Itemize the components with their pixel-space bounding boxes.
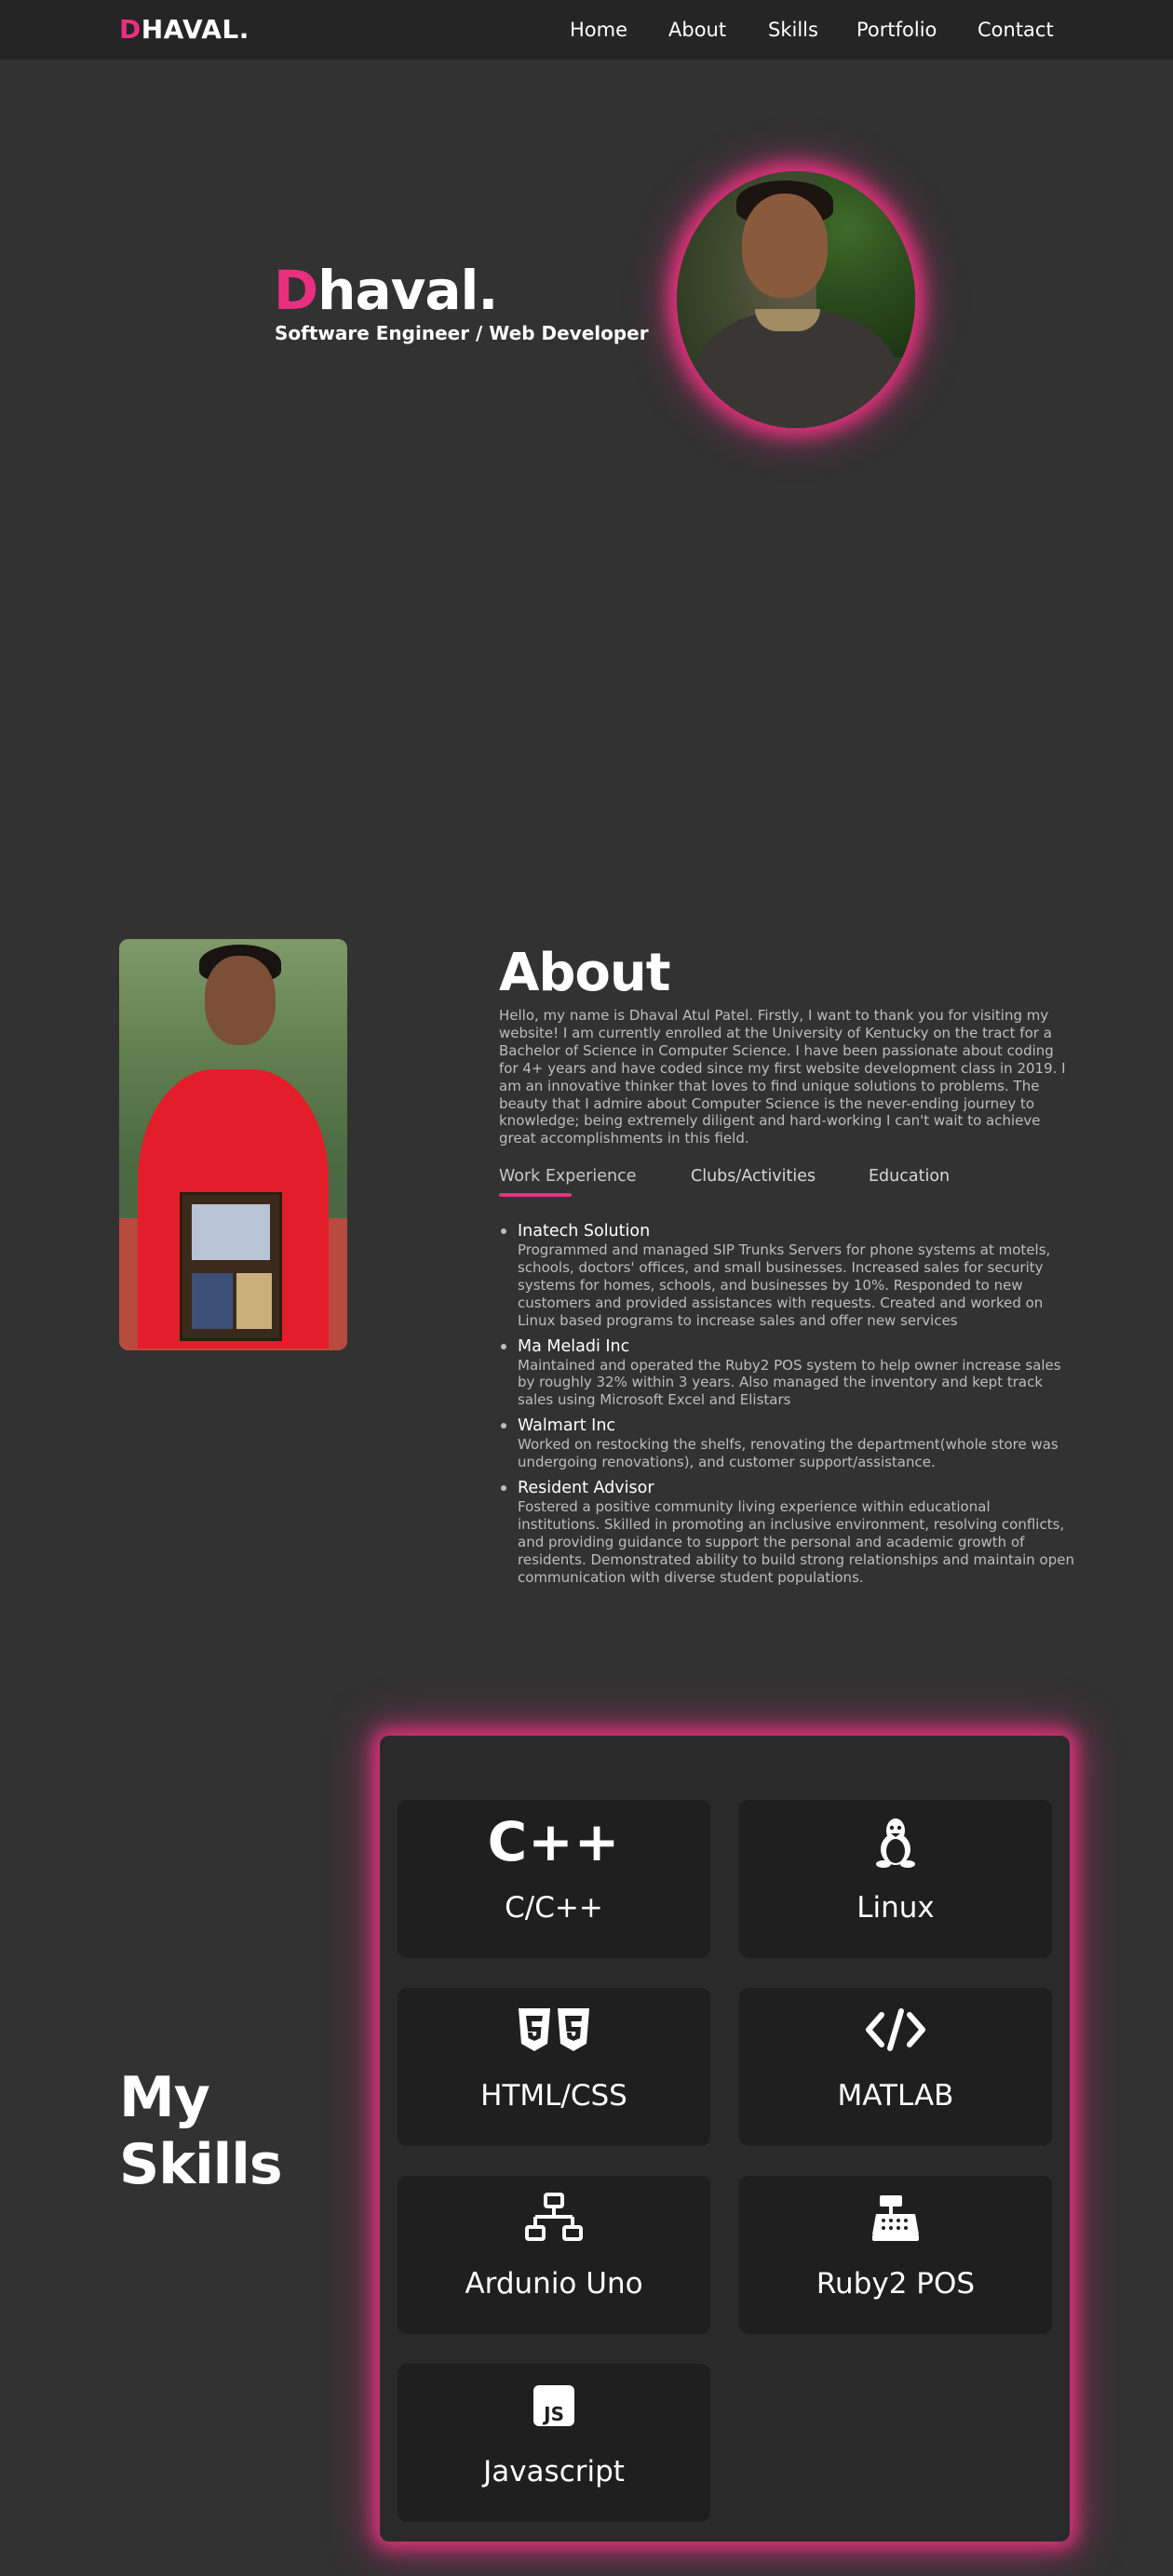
skill-card-matlab[interactable]: MATLAB xyxy=(739,1988,1052,2146)
skill-label: Ardunio Uno xyxy=(465,2267,643,2301)
cpp-icon: C++ xyxy=(398,1813,710,1871)
list-item: Walmart Inc Worked on restocking the she… xyxy=(499,1415,1076,1471)
code-icon xyxy=(739,2001,1052,2059)
skill-card-linux[interactable]: Linux xyxy=(739,1800,1052,1958)
photo-plaque xyxy=(180,1192,282,1341)
svg-text:JS: JS xyxy=(542,2403,564,2425)
nav-links: Home About Skills Portfolio Contact xyxy=(0,17,1173,45)
skill-label: Ruby2 POS xyxy=(816,2267,976,2301)
skills-panel: C++ C/C++ Linux HTML/CSS MATLAB Ardunio … xyxy=(380,1736,1070,2542)
experience-title: Walmart Inc xyxy=(518,1416,616,1436)
cash-register-icon xyxy=(739,2189,1052,2247)
hero-name: Dhaval. xyxy=(274,257,498,324)
hero-name-rest: haval. xyxy=(317,259,498,322)
skills-title: My Skills xyxy=(119,2064,283,2198)
experience-list: Inatech Solution Programmed and managed … xyxy=(499,1221,1076,1593)
photo-face xyxy=(742,194,828,298)
list-item: Ma Meladi Inc Maintained and operated th… xyxy=(499,1336,1076,1410)
list-item: Resident Advisor Fostered a positive com… xyxy=(499,1478,1076,1587)
plaque-gold-plate xyxy=(236,1273,272,1329)
bullet xyxy=(501,1423,506,1429)
experience-description: Programmed and managed SIP Trunks Server… xyxy=(518,1241,1051,1329)
html5-css3-icon xyxy=(398,2001,710,2059)
about-photo xyxy=(119,939,347,1350)
skill-card-cpp[interactable]: C++ C/C++ xyxy=(398,1800,710,1958)
cpp-glyph: C++ xyxy=(487,1810,621,1873)
experience-title: Inatech Solution xyxy=(518,1222,651,1241)
experience-description: Maintained and operated the Ruby2 POS sy… xyxy=(518,1356,1061,1409)
experience-description: Fostered a positive community living exp… xyxy=(518,1498,1074,1586)
about-tabs: Work Experience Clubs/Activities Educati… xyxy=(499,1165,1076,1199)
photo-face xyxy=(205,956,276,1045)
skill-label: HTML/CSS xyxy=(480,2079,627,2113)
navbar: DHAVAL. Home About Skills Portfolio Cont… xyxy=(0,0,1173,60)
nav-link-portfolio[interactable]: Portfolio xyxy=(856,17,937,43)
experience-title: Resident Advisor xyxy=(518,1479,654,1498)
network-icon xyxy=(398,2189,710,2247)
about-text: Hello, my name is Dhaval Atul Patel. Fir… xyxy=(499,1007,1066,1147)
bullet xyxy=(501,1485,506,1492)
about-title: About xyxy=(499,943,671,1003)
hero-profile-photo xyxy=(677,171,915,428)
skill-label: MATLAB xyxy=(837,2079,954,2113)
nav-link-about[interactable]: About xyxy=(668,17,726,43)
skill-label: Javascript xyxy=(483,2455,625,2489)
skill-card-javascript[interactable]: JS Javascript xyxy=(398,2364,710,2522)
skills-title-line-2: Skills xyxy=(119,2132,283,2197)
skill-card-ruby2-pos[interactable]: Ruby2 POS xyxy=(739,2176,1052,2334)
plaque-picture-small xyxy=(192,1273,233,1329)
skill-label: C/C++ xyxy=(505,1891,603,1925)
nav-link-contact[interactable]: Contact xyxy=(978,17,1054,43)
skill-card-arduino[interactable]: Ardunio Uno xyxy=(398,2176,710,2334)
skill-label: Linux xyxy=(856,1891,935,1925)
linux-icon xyxy=(739,1813,1052,1871)
plaque-picture xyxy=(192,1204,270,1260)
skill-card-html-css[interactable]: HTML/CSS xyxy=(398,1988,710,2146)
experience-title: Ma Meladi Inc xyxy=(518,1336,630,1356)
list-item: Inatech Solution Programmed and managed … xyxy=(499,1221,1076,1330)
active-tab-underline xyxy=(499,1193,572,1197)
experience-description: Worked on restocking the shelfs, renovat… xyxy=(518,1436,1058,1471)
nav-link-home[interactable]: Home xyxy=(570,17,627,43)
tab-clubs-activities[interactable]: Clubs/Activities xyxy=(691,1165,816,1187)
hero-name-accent: D xyxy=(274,259,318,322)
bullet xyxy=(501,1228,506,1234)
tab-education[interactable]: Education xyxy=(869,1165,950,1187)
skills-title-line-1: My xyxy=(119,2065,210,2130)
hero-subtitle: Software Engineer / Web Developer xyxy=(275,322,649,344)
tab-work-experience[interactable]: Work Experience xyxy=(499,1165,636,1187)
nav-link-skills[interactable]: Skills xyxy=(768,17,818,43)
js-icon: JS xyxy=(398,2377,710,2435)
bullet xyxy=(501,1343,506,1349)
